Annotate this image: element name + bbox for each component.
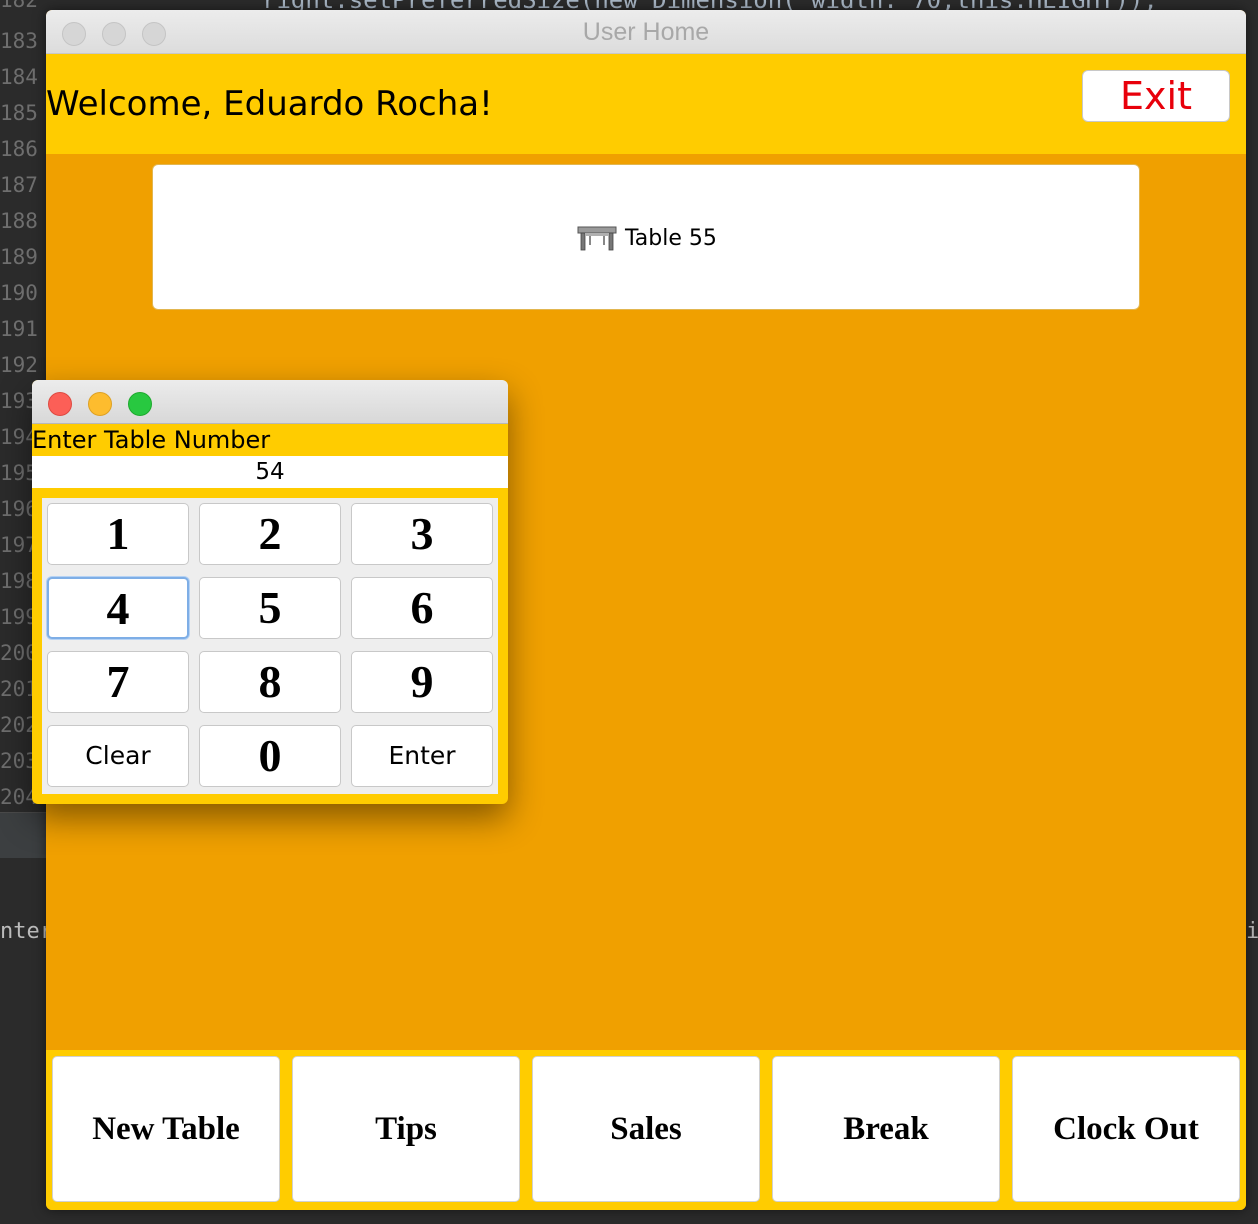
key-7-button[interactable]: 7 <box>47 651 189 713</box>
welcome-message: Welcome, Eduardo Rocha! <box>46 84 493 124</box>
key-4-button[interactable]: 4 <box>47 577 189 639</box>
line-number: 191 <box>0 317 38 341</box>
tips-button[interactable]: Tips <box>292 1056 520 1202</box>
console-text: nter <box>0 919 46 944</box>
line-number: 183 <box>0 29 38 53</box>
zoom-dialog-button[interactable] <box>128 392 152 416</box>
key-1-button[interactable]: 1 <box>47 503 189 565</box>
table-number-prompt: Enter Table Number <box>32 426 271 454</box>
minimize-dialog-button[interactable] <box>88 392 112 416</box>
window-title: User Home <box>582 18 710 46</box>
exit-button[interactable]: Exit <box>1082 70 1230 122</box>
table-number-field[interactable]: 54 <box>32 456 508 488</box>
clock-out-button[interactable]: Clock Out <box>1012 1056 1240 1202</box>
line-number: 185 <box>0 101 38 125</box>
line-number: 189 <box>0 245 38 269</box>
new-table-button[interactable]: New Table <box>52 1056 280 1202</box>
key-0-button[interactable]: 0 <box>199 725 341 787</box>
window-titlebar[interactable]: User Home <box>46 10 1246 54</box>
enter-button[interactable]: Enter <box>351 725 493 787</box>
line-number: 190 <box>0 281 38 305</box>
table-item[interactable]: Table 55 <box>577 223 717 253</box>
dialog-titlebar[interactable] <box>32 380 508 424</box>
line-number: 182 <box>0 0 38 12</box>
bottom-nav-bar: New Table Tips Sales Break Clock Out <box>46 1050 1246 1210</box>
console-text: i <box>1246 919 1258 944</box>
table-number-dialog: Enter Table Number 54 1 2 3 4 5 6 7 8 9 … <box>32 380 508 804</box>
key-8-button[interactable]: 8 <box>199 651 341 713</box>
line-number: 192 <box>0 353 38 377</box>
close-dialog-button[interactable] <box>48 392 72 416</box>
line-number: 186 <box>0 137 38 161</box>
key-9-button[interactable]: 9 <box>351 651 493 713</box>
line-number: 188 <box>0 209 38 233</box>
table-list-panel: Table 55 <box>152 164 1140 310</box>
key-5-button[interactable]: 5 <box>199 577 341 639</box>
header-bar: Welcome, Eduardo Rocha! Exit <box>46 54 1246 154</box>
numeric-keypad: 1 2 3 4 5 6 7 8 9 Clear 0 Enter <box>42 498 498 794</box>
clear-button[interactable]: Clear <box>47 725 189 787</box>
table-label: Table 55 <box>625 225 717 251</box>
line-number: 184 <box>0 65 38 89</box>
key-3-button[interactable]: 3 <box>351 503 493 565</box>
key-6-button[interactable]: 6 <box>351 577 493 639</box>
sales-button[interactable]: Sales <box>532 1056 760 1202</box>
table-icon <box>577 226 617 251</box>
key-2-button[interactable]: 2 <box>199 503 341 565</box>
ide-tool-window-bar <box>0 812 46 858</box>
line-number: 187 <box>0 173 38 197</box>
break-button[interactable]: Break <box>772 1056 1000 1202</box>
